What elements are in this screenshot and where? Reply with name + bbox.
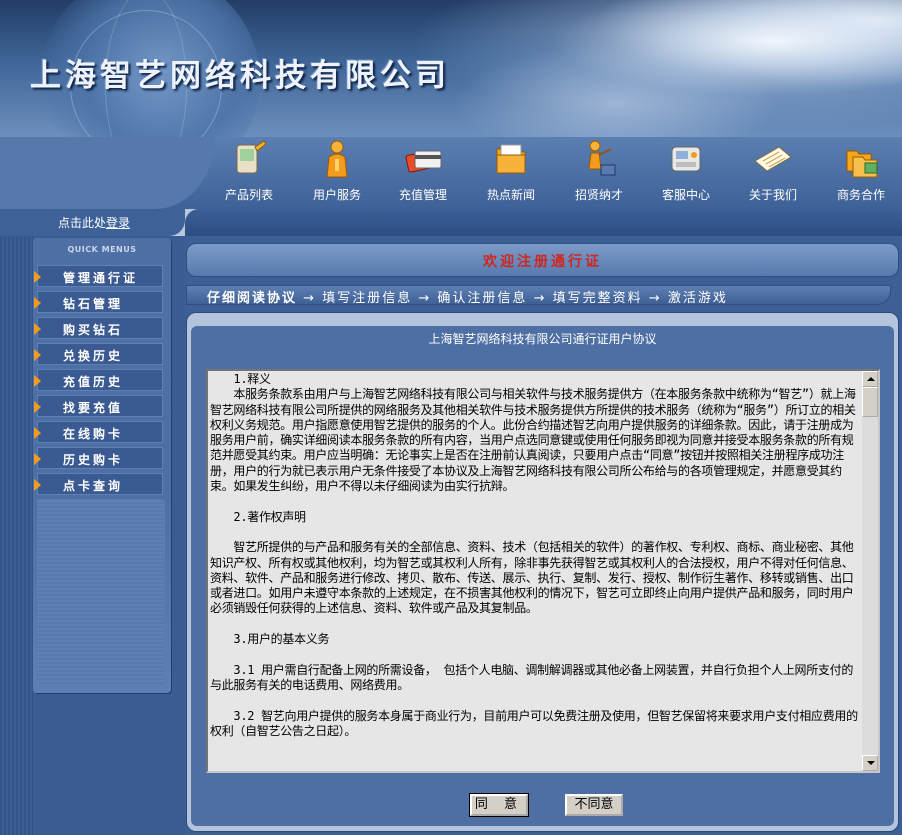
scroll-down-button[interactable] bbox=[862, 755, 878, 771]
nav-item-business[interactable]: 商务合作 bbox=[818, 137, 902, 209]
login-prefix: 点击此处 bbox=[58, 216, 107, 230]
nav-label: 产品列表 bbox=[224, 188, 273, 202]
nav-item-news[interactable]: 热点新闻 bbox=[468, 137, 554, 209]
login-link[interactable]: 登录 bbox=[106, 216, 130, 230]
arrow-icon bbox=[34, 297, 41, 309]
sidebar-item-card-history[interactable]: 历史购卡 bbox=[34, 447, 163, 469]
sidebar-item-card-query[interactable]: 点卡查询 bbox=[34, 473, 163, 495]
sidebar-item-label: 购买钻石 bbox=[63, 323, 124, 337]
arrow-icon bbox=[34, 401, 41, 413]
nav-label: 招贤纳才 bbox=[574, 188, 623, 202]
agreement-scrollbar[interactable] bbox=[862, 371, 878, 771]
agreement-text: 1.释义 本服务条款系由用户与上海智艺网络科技有限公司与相关软件与技术服务提供方… bbox=[210, 372, 858, 738]
welcome-title: 欢迎注册通行证 bbox=[483, 254, 602, 270]
top-nav: 产品列表 用户服务 充值管理 热点新闻 招贤纳才 客服中心 关于我们 商务合作 bbox=[0, 137, 902, 209]
sidebar-item-recharge[interactable]: 找要充值 bbox=[34, 395, 163, 417]
step-read-agreement: 仔细阅读协议 bbox=[207, 291, 298, 306]
sidebar-item-label: 历史购卡 bbox=[63, 453, 124, 467]
nav-label: 热点新闻 bbox=[486, 188, 535, 202]
agreement-title: 上海智艺网络科技有限公司通行证用户协议 bbox=[428, 332, 657, 346]
sidebar-item-diamond-manage[interactable]: 钻石管理 bbox=[34, 291, 163, 313]
nav-item-recruit[interactable]: 招贤纳才 bbox=[556, 137, 642, 209]
sidebar-item-exchange-history[interactable]: 兑换历史 bbox=[34, 343, 163, 365]
arrow-icon bbox=[34, 349, 41, 361]
agree-button[interactable]: 同 意 bbox=[470, 794, 528, 816]
scroll-thumb[interactable] bbox=[862, 387, 878, 417]
nav-item-products[interactable]: 产品列表 bbox=[206, 137, 292, 209]
nav-label: 充值管理 bbox=[398, 188, 447, 202]
nav-item-about[interactable]: 关于我们 bbox=[730, 137, 816, 209]
step-arrow: → bbox=[303, 291, 317, 306]
sidebar-item-buy-card-online[interactable]: 在线购卡 bbox=[34, 421, 163, 443]
sidebar-item-buy-diamond[interactable]: 购买钻石 bbox=[34, 317, 163, 339]
card-icon bbox=[405, 150, 442, 173]
arrow-down-icon bbox=[867, 761, 875, 765]
clouds-graphic bbox=[382, 0, 902, 137]
step-activate-game: 激活游戏 bbox=[667, 291, 728, 306]
nav-label: 客服中心 bbox=[661, 188, 710, 202]
step-complete-profile: 填写完整资料 bbox=[552, 291, 643, 306]
step-arrow: → bbox=[648, 291, 662, 306]
folders-icon bbox=[846, 150, 878, 178]
arrow-icon bbox=[34, 479, 41, 491]
sidebar-item-label: 找要充值 bbox=[63, 401, 124, 415]
sidebar-item-label: 兑换历史 bbox=[63, 349, 124, 363]
welcome-bar: 欢迎注册通行证 bbox=[186, 243, 899, 277]
sidebar-item-recharge-history[interactable]: 充值历史 bbox=[34, 369, 163, 391]
step-arrow: → bbox=[418, 291, 432, 306]
sidebar-item-manage-pass[interactable]: 管理通行证 bbox=[34, 265, 163, 287]
agreement-textarea[interactable]: 1.释义 本服务条款系由用户与上海智艺网络科技有限公司与相关软件与技术服务提供方… bbox=[206, 369, 880, 773]
nav-label: 商务合作 bbox=[836, 188, 885, 202]
arrow-icon bbox=[34, 375, 41, 387]
disagree-button[interactable]: 不同意 bbox=[565, 794, 623, 816]
arrow-icon bbox=[34, 323, 41, 335]
nav-item-recharge[interactable]: 充值管理 bbox=[380, 137, 466, 209]
sidebar-item-label: 在线购卡 bbox=[63, 427, 124, 441]
quick-menu-title: QUICK MENUS bbox=[67, 245, 137, 254]
arrow-icon bbox=[34, 453, 41, 465]
step-arrow: → bbox=[533, 291, 547, 306]
nav-label: 关于我们 bbox=[748, 188, 797, 202]
registration-steps: 仔细阅读协议 → 填写注册信息 → 确认注册信息 → 填写完整资料 → 激活游戏 bbox=[186, 285, 891, 306]
arrow-up-icon bbox=[867, 377, 875, 381]
document-icon bbox=[754, 146, 792, 172]
person-icon bbox=[326, 140, 348, 178]
sidebar-item-label: 钻石管理 bbox=[63, 297, 124, 311]
pda-icon bbox=[236, 140, 267, 174]
header-banner: 上海智艺网络科技有限公司 bbox=[0, 0, 902, 137]
step-confirm-info: 确认注册信息 bbox=[437, 291, 528, 306]
arrow-icon bbox=[34, 271, 41, 283]
nav-item-support[interactable]: 客服中心 bbox=[643, 137, 729, 209]
arrow-icon bbox=[34, 427, 41, 439]
sidebar-item-label: 管理通行证 bbox=[63, 271, 139, 285]
recruit-figure-icon bbox=[588, 140, 616, 176]
sidebar-item-label: 充值历史 bbox=[63, 375, 124, 389]
scroll-up-button[interactable] bbox=[862, 371, 878, 387]
sidebar-item-label: 点卡查询 bbox=[63, 479, 124, 493]
nav-item-user-service[interactable]: 用户服务 bbox=[294, 137, 380, 209]
step-fill-info: 填写注册信息 bbox=[322, 291, 413, 306]
quick-menu: QUICK MENUS 管理通行证 钻石管理 购买钻石 兑换历史 充值历史 找要… bbox=[33, 238, 171, 693]
login-prompt: 点击此处登录 bbox=[58, 214, 130, 231]
phone-icon bbox=[671, 146, 701, 172]
nav-label: 用户服务 bbox=[312, 188, 361, 202]
folder-icon bbox=[496, 144, 526, 174]
company-name: 上海智艺网络科技有限公司 bbox=[30, 58, 450, 94]
